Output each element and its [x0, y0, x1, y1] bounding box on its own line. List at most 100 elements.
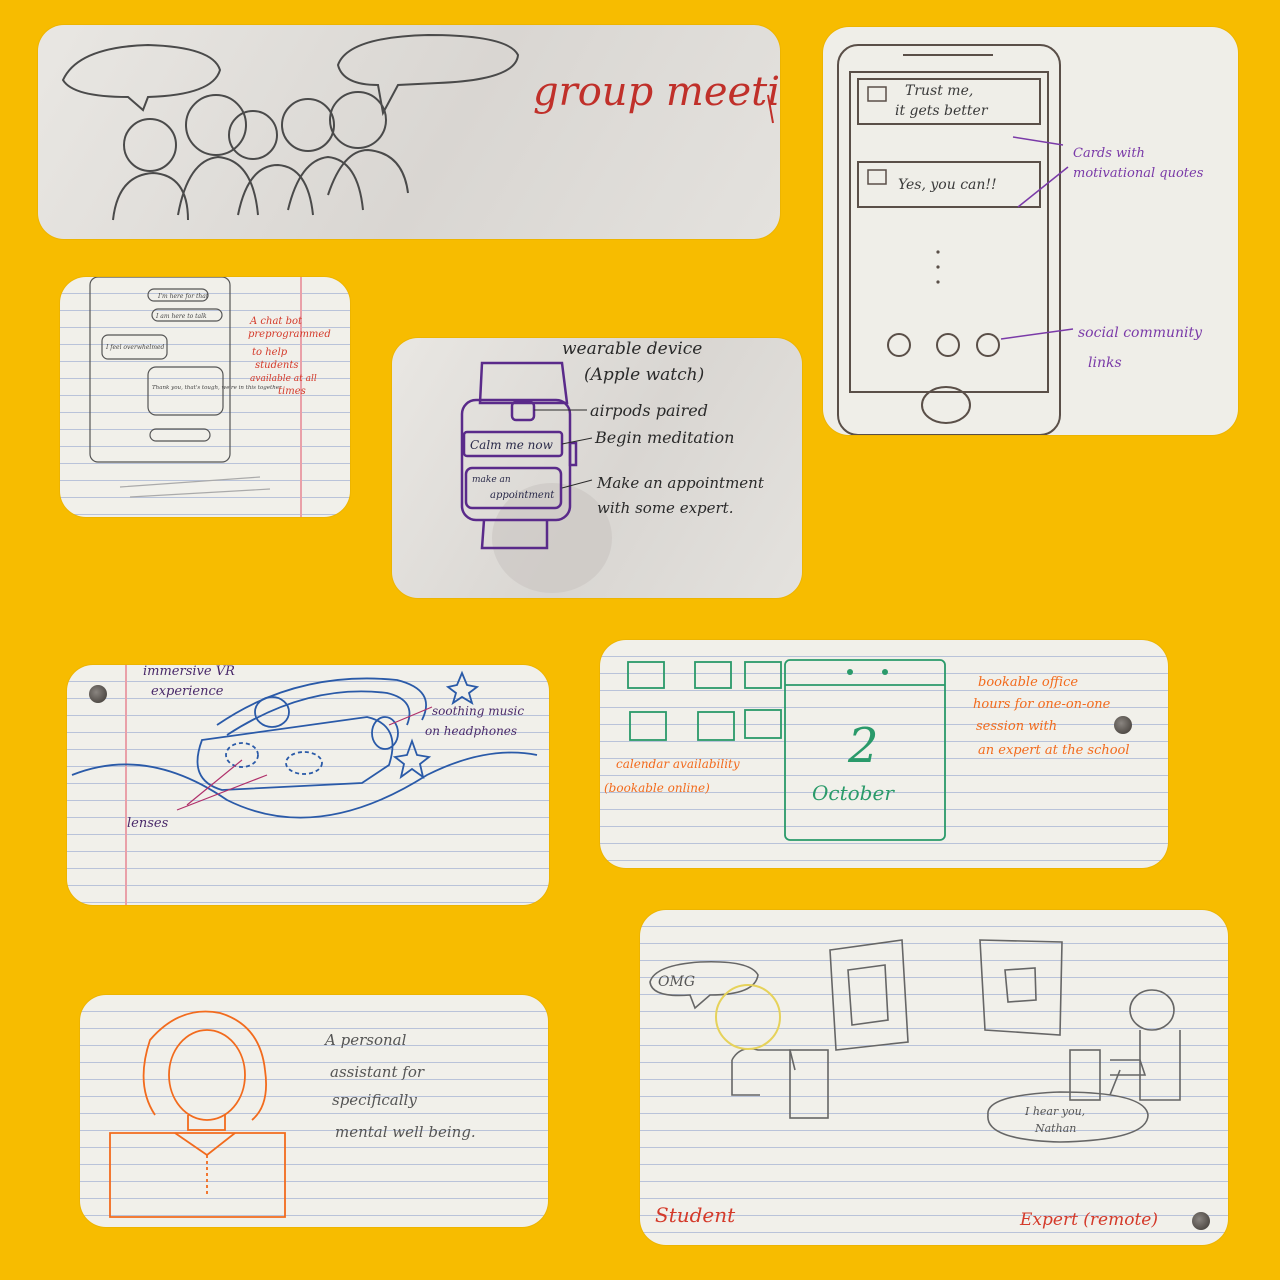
note-links-line-2: links: [1088, 355, 1122, 371]
star-icon: [445, 670, 480, 706]
person-head: [281, 98, 335, 152]
person-head: [185, 94, 247, 156]
chat-bubble-3-text: I feel overwhelmed: [105, 344, 165, 351]
vr-title-2: experience: [151, 684, 224, 699]
quote-card-1-line-1: Trust me,: [905, 83, 973, 99]
calendar-icon: [629, 711, 667, 741]
person-body: [287, 155, 364, 211]
flower-icon: [867, 86, 887, 102]
remote-expert-sketch: OMG I hear you, Nathan Student Expert (r…: [640, 910, 1228, 1245]
calendar-sketch: 2 October calendar availability (bookabl…: [600, 640, 1168, 868]
office-hours-note-4: an expert at the school: [978, 743, 1130, 758]
speech-bubble-right: [336, 33, 520, 117]
social-link-icon: [976, 333, 1000, 357]
star-icon: [392, 738, 432, 780]
vr-lens-left: [225, 742, 259, 768]
person-head: [228, 110, 278, 160]
assistant-hair: [142, 1010, 267, 1121]
chatbot-note-3: to help: [252, 347, 288, 358]
student-label: Student: [655, 1203, 736, 1227]
chatbot-sketch: I'm here for that I am here to talk I fe…: [60, 277, 350, 517]
chatbot-note-4: students: [255, 360, 299, 371]
calendar-icon: [744, 709, 782, 739]
wearable-title-2: (Apple watch): [584, 365, 704, 385]
student-head: [715, 984, 781, 1050]
motivational-app-sketch: Trust me, it gets better Yes, you can!! …: [823, 27, 1238, 435]
chat-phone-outline: [89, 277, 231, 463]
chatbot-note-1: A chat bot: [249, 316, 303, 327]
chatbot-note-2: preprogrammed: [248, 329, 331, 340]
calendar-icon: [694, 661, 732, 689]
chatbot-note-5: available at all: [250, 374, 317, 384]
person-head: [329, 91, 387, 149]
chat-bubble-4-text: Thank you, that's tough, we're in this t…: [152, 385, 282, 391]
quote-card-2-text: Yes, you can!!: [898, 177, 997, 193]
calendar-day: 2: [847, 718, 879, 774]
assistant-note-3: specifically: [332, 1091, 417, 1109]
assistant-body: [109, 1132, 286, 1218]
social-link-icon: [887, 333, 911, 357]
expert-bubble-text-1: I hear you,: [1024, 1105, 1085, 1118]
availability-note-2: (bookable online): [604, 781, 710, 795]
watch-band-top: [478, 361, 569, 405]
assistant-face: [168, 1029, 246, 1121]
note-cards-line-1: Cards with: [1073, 146, 1145, 161]
office-hours-note-2: hours for one-on-one: [973, 697, 1111, 712]
expert-screen: [979, 939, 1063, 1036]
chat-bubble-2-text: I am here to talk: [155, 313, 207, 320]
assistant-note-1: A personal: [323, 1031, 407, 1049]
appointment-label-1: make an: [472, 475, 511, 485]
vr-sketch: immersive VR experience soothing music o…: [67, 665, 549, 905]
group-meeting-title: group meeti: [533, 69, 780, 115]
person-body: [327, 148, 409, 196]
chatbot-phone-drawing: I'm here for that I am here to talk I fe…: [89, 277, 331, 498]
chat-bubble-1-text: I'm here for that: [157, 293, 209, 300]
phone-drawing: Trust me, it gets better Yes, you can!! …: [837, 44, 1204, 435]
vr-lenses-note: lenses: [127, 816, 169, 831]
assistant-note-4: mental well being.: [335, 1123, 476, 1141]
expert-head: [1129, 989, 1175, 1031]
vr-music-note-2: on headphones: [425, 724, 517, 738]
appointment-label-2: appointment: [490, 490, 555, 501]
office-hours-note-3: session with: [976, 719, 1057, 734]
watch-drawing: airpods Calm me now make an appointment …: [460, 339, 765, 593]
expert-bubble-text-2: Nathan: [1034, 1122, 1076, 1135]
office-hours-note-1: bookable office: [978, 675, 1078, 690]
keyboard-device: [789, 1049, 829, 1119]
typing-bubble: [149, 428, 211, 442]
vr-headset-drawing: immersive VR experience soothing music o…: [71, 665, 538, 831]
person-body: [177, 155, 259, 216]
assistant-note-2: assistant for: [330, 1063, 425, 1081]
wearable-sketch: airpods Calm me now make an appointment …: [392, 338, 802, 598]
calendar-icon: [697, 711, 735, 741]
chat-bubble: [147, 366, 224, 416]
social-link-icon: [936, 333, 960, 357]
person-body: [237, 163, 314, 216]
calendar-icon: [627, 661, 665, 689]
begin-meditation-label: Begin meditation: [594, 428, 734, 447]
note-links-line-1: social community: [1078, 325, 1203, 341]
vr-title-1: immersive VR: [143, 665, 235, 679]
make-appointment-label: Make an appointment: [596, 474, 765, 492]
airpods-paired-label: airpods paired: [590, 401, 708, 420]
student-screen: [829, 939, 909, 1051]
calendar-icon: [744, 661, 782, 689]
person-body: [112, 171, 189, 221]
with-some-expert-label: with some expert.: [597, 499, 733, 517]
phone-screen: [849, 71, 1049, 393]
speech-bubble-left: [61, 43, 222, 112]
flower-icon: [867, 169, 887, 185]
assistant-drawing: A personal assistant for specifically me…: [109, 1010, 476, 1218]
person-head: [123, 118, 177, 172]
wearable-title-1: wearable device: [562, 339, 702, 359]
expert-label: Expert (remote): [1019, 1210, 1158, 1230]
group-meeting-sketch: group meeti: [38, 25, 780, 239]
quote-card-1-line-2: it gets better: [895, 103, 989, 119]
calm-me-now-label: Calm me now: [470, 438, 554, 452]
student-bubble-text: OMG: [658, 974, 695, 990]
vr-music-note-1: soothing music: [432, 704, 524, 718]
availability-note-1: calendar availability: [616, 757, 740, 771]
chatbot-note-6: times: [278, 386, 306, 397]
remote-session-drawing: OMG I hear you, Nathan Student Expert (r…: [649, 939, 1181, 1230]
calendar-month: October: [812, 781, 895, 805]
